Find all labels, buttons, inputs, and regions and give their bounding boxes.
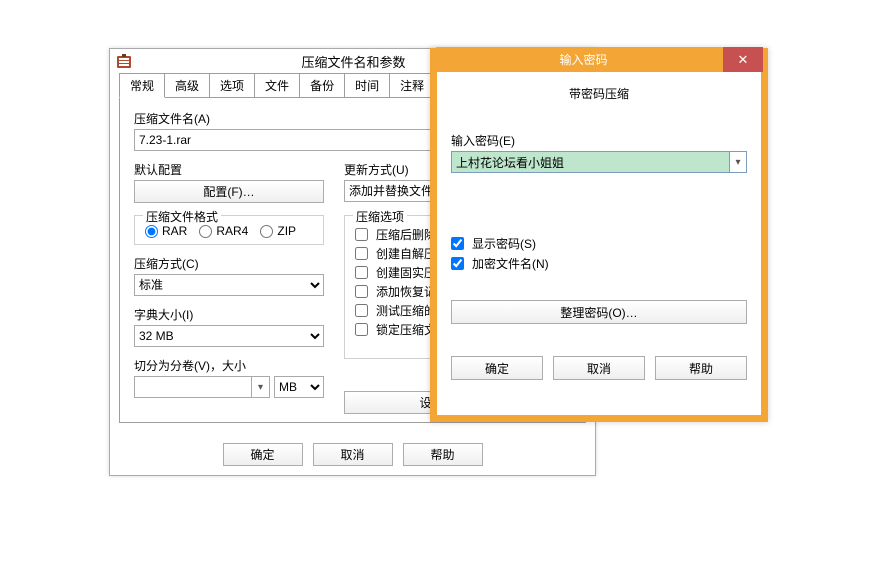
pwd-subtitle: 带密码压缩 <box>451 72 747 132</box>
chevron-down-icon[interactable]: ▾ <box>729 152 746 172</box>
method-select[interactable]: 标准 <box>134 274 324 296</box>
format-zip[interactable]: ZIP <box>260 224 296 238</box>
pwd-ok-button[interactable]: 确定 <box>451 356 543 380</box>
format-label: 压缩文件格式 <box>143 208 221 225</box>
default-profile-label: 默认配置 <box>134 161 324 178</box>
pwd-cancel-button[interactable]: 取消 <box>553 356 645 380</box>
format-group: 压缩文件格式 RAR RAR4 ZIP <box>134 215 324 245</box>
method-label: 压缩方式(C) <box>134 255 324 272</box>
organize-passwords-button[interactable]: 整理密码(O)… <box>451 300 747 324</box>
split-unit-select[interactable]: MB <box>274 376 324 398</box>
tab-comment[interactable]: 注释 <box>389 73 435 98</box>
pwd-input-label: 输入密码(E) <box>451 132 747 149</box>
tab-files[interactable]: 文件 <box>254 73 300 98</box>
close-icon: ✕ <box>738 52 749 68</box>
main-help-button[interactable]: 帮助 <box>403 443 483 466</box>
main-cancel-button[interactable]: 取消 <box>313 443 393 466</box>
main-ok-button[interactable]: 确定 <box>223 443 303 466</box>
options-label: 压缩选项 <box>353 208 407 225</box>
pwd-help-button[interactable]: 帮助 <box>655 356 747 380</box>
split-label: 切分为分卷(V)，大小 <box>134 357 324 374</box>
dict-select[interactable]: 32 MB <box>134 325 324 347</box>
profile-button[interactable]: 配置(F)… <box>134 180 324 203</box>
close-button[interactable]: ✕ <box>723 47 763 72</box>
winrar-icon <box>116 54 132 70</box>
tab-advanced[interactable]: 高级 <box>164 73 210 98</box>
tab-options[interactable]: 选项 <box>209 73 255 98</box>
show-password-check[interactable]: 显示密码(S) <box>451 235 747 252</box>
format-rar4[interactable]: RAR4 <box>199 224 248 238</box>
split-size-input[interactable] <box>134 376 252 398</box>
pwd-titlebar: 输入密码 ✕ <box>436 47 762 72</box>
pwd-input-combo: ▾ <box>451 151 747 173</box>
chevron-down-icon[interactable]: ▾ <box>252 376 270 398</box>
format-rar[interactable]: RAR <box>145 224 187 238</box>
tab-general[interactable]: 常规 <box>119 73 165 98</box>
pwd-title: 输入密码 <box>444 51 723 68</box>
dict-label: 字典大小(I) <box>134 306 324 323</box>
encrypt-names-check[interactable]: 加密文件名(N) <box>451 255 747 272</box>
main-bottom-buttons: 确定 取消 帮助 <box>110 433 595 478</box>
password-dialog: 输入密码 ✕ 带密码压缩 输入密码(E) ▾ 显示密码(S) 加密文件名(N) … <box>430 48 768 422</box>
pwd-body: 带密码压缩 输入密码(E) ▾ 显示密码(S) 加密文件名(N) 整理密码(O)… <box>437 72 761 390</box>
tab-time[interactable]: 时间 <box>344 73 390 98</box>
password-input[interactable] <box>452 152 729 172</box>
tab-backup[interactable]: 备份 <box>299 73 345 98</box>
